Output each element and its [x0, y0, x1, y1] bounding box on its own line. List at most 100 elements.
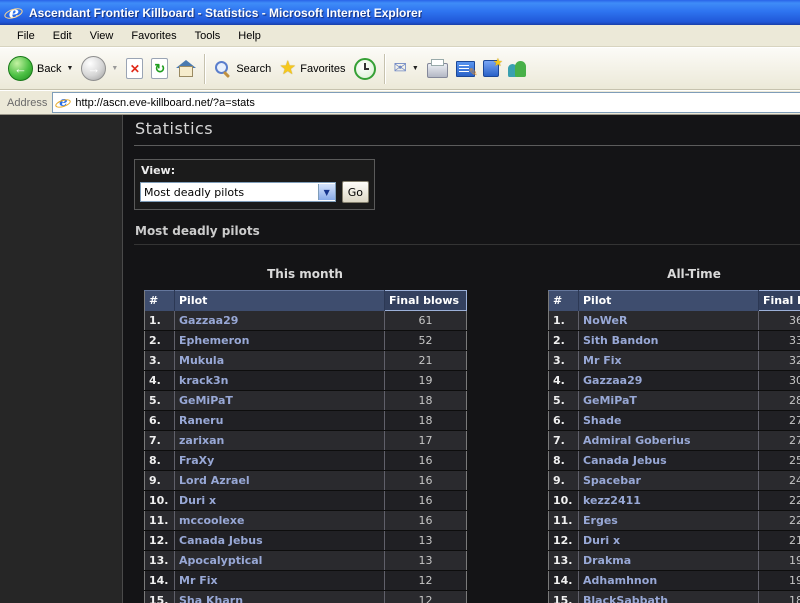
pilot-cell: Erges — [579, 511, 759, 531]
pilot-link[interactable]: krack3n — [179, 374, 228, 387]
pilot-cell: kezz2411 — [579, 491, 759, 511]
pilot-link[interactable]: Canada Jebus — [583, 454, 667, 467]
final-blows-cell: 18 — [385, 391, 467, 411]
rank-cell: 2. — [549, 331, 579, 351]
rank-cell: 11. — [145, 511, 175, 531]
mail-button[interactable]: ✉ ▼ — [390, 58, 423, 80]
pilot-link[interactable]: NoWeR — [583, 314, 627, 327]
pilot-cell: Ephemeron — [175, 331, 385, 351]
search-button[interactable]: Search — [210, 57, 275, 81]
history-button[interactable] — [350, 55, 380, 83]
final-blows-cell: 17 — [385, 431, 467, 451]
home-button[interactable] — [172, 56, 200, 81]
final-blows-cell: 189 — [759, 591, 800, 603]
menu-view[interactable]: View — [81, 27, 123, 45]
pilot-cell: FraXy — [175, 451, 385, 471]
pilot-link[interactable]: Ephemeron — [179, 334, 249, 347]
table-row: 9.Lord Azrael16 — [145, 471, 467, 491]
menu-tools[interactable]: Tools — [186, 27, 230, 45]
discuss-button[interactable] — [479, 57, 503, 80]
refresh-button[interactable]: ↻ — [147, 55, 172, 82]
messenger-button[interactable] — [503, 57, 531, 81]
go-button[interactable]: Go — [342, 181, 369, 203]
pilot-link[interactable]: Gazzaa29 — [179, 314, 238, 327]
final-blows-cell: 191 — [759, 571, 800, 591]
view-label: View: — [135, 160, 374, 179]
pilot-link[interactable]: Drakma — [583, 554, 631, 567]
pilot-link[interactable]: FraXy — [179, 454, 214, 467]
pilot-link[interactable]: Duri x — [179, 494, 216, 507]
favorites-button[interactable]: ★ Favorites — [275, 57, 349, 81]
favorites-label: Favorites — [300, 63, 345, 75]
back-dropdown-caret[interactable]: ▼ — [66, 65, 73, 72]
pilot-link[interactable]: Apocalyptical — [179, 554, 262, 567]
table-row: 1.NoWeR367 — [549, 311, 800, 331]
this-month-table: #PilotFinal blows1.Gazzaa29612.Ephemeron… — [144, 290, 467, 603]
pilot-link[interactable]: zarixan — [179, 434, 224, 447]
pilot-cell: Sha Kharn — [175, 591, 385, 603]
print-icon — [427, 63, 448, 78]
forward-button[interactable]: → ▼ — [77, 53, 122, 84]
home-icon — [176, 59, 196, 78]
pilot-cell: NoWeR — [579, 311, 759, 331]
table-row: 12.Duri x219 — [549, 531, 800, 551]
pilot-cell: Mukula — [175, 351, 385, 371]
pilot-link[interactable]: Spacebar — [583, 474, 641, 487]
all-time-title: All-Time — [548, 267, 800, 281]
column-header--: # — [145, 291, 175, 311]
rank-cell: 6. — [549, 411, 579, 431]
table-row: 10.kezz2411223 — [549, 491, 800, 511]
pilot-link[interactable]: GeMiPaT — [179, 394, 233, 407]
rank-cell: 1. — [145, 311, 175, 331]
forward-dropdown-caret[interactable]: ▼ — [111, 65, 118, 72]
view-select[interactable]: Most deadly pilots ▼ — [140, 182, 336, 202]
final-blows-cell: 16 — [385, 511, 467, 531]
pilot-link[interactable]: mccoolexe — [179, 514, 244, 527]
print-button[interactable] — [423, 56, 452, 81]
rank-cell: 14. — [145, 571, 175, 591]
edit-button[interactable] — [452, 58, 479, 80]
final-blows-cell: 19 — [385, 371, 467, 391]
back-button[interactable]: ← Back ▼ — [4, 53, 77, 84]
pilot-link[interactable]: Admiral Goberius — [583, 434, 691, 447]
pilot-link[interactable]: Adhamhnon — [583, 574, 657, 587]
menu-favorites[interactable]: Favorites — [122, 27, 185, 45]
pilot-cell: Canada Jebus — [579, 451, 759, 471]
pilot-link[interactable]: Sha Kharn — [179, 594, 243, 603]
pilot-link[interactable]: Erges — [583, 514, 618, 527]
chevron-down-icon[interactable]: ▼ — [318, 184, 335, 200]
column-header-final-blows: Final blows — [385, 291, 467, 311]
search-icon — [214, 60, 232, 78]
menu-edit[interactable]: Edit — [44, 27, 81, 45]
menu-help[interactable]: Help — [229, 27, 270, 45]
pilot-link[interactable]: GeMiPaT — [583, 394, 637, 407]
pilot-cell: Apocalyptical — [175, 551, 385, 571]
pilot-link[interactable]: Sith Bandon — [583, 334, 659, 347]
column-header-final-blows: Final blows — [759, 291, 800, 311]
final-blows-cell: 21 — [385, 351, 467, 371]
rank-cell: 5. — [549, 391, 579, 411]
pilot-cell: Drakma — [579, 551, 759, 571]
stop-button[interactable]: ✕ — [122, 55, 147, 82]
pilot-link[interactable]: Raneru — [179, 414, 223, 427]
mail-dropdown-caret[interactable]: ▼ — [412, 65, 419, 72]
final-blows-cell: 193 — [759, 551, 800, 571]
discuss-icon — [483, 60, 499, 77]
pilot-link[interactable]: Duri x — [583, 534, 620, 547]
pilot-link[interactable]: Canada Jebus — [179, 534, 263, 547]
pilot-link[interactable]: Mr Fix — [179, 574, 218, 587]
pilot-link[interactable]: Gazzaa29 — [583, 374, 642, 387]
pilot-link[interactable]: BlackSabbath — [583, 594, 668, 603]
pilot-link[interactable]: kezz2411 — [583, 494, 641, 507]
final-blows-cell: 13 — [385, 551, 467, 571]
pilot-link[interactable]: Mukula — [179, 354, 224, 367]
menu-file[interactable]: File — [8, 27, 44, 45]
pilot-link[interactable]: Mr Fix — [583, 354, 622, 367]
pilot-link[interactable]: Shade — [583, 414, 622, 427]
pilot-cell: Raneru — [175, 411, 385, 431]
stop-icon: ✕ — [126, 58, 143, 79]
pilot-link[interactable]: Lord Azrael — [179, 474, 250, 487]
left-side-panel — [0, 115, 123, 603]
address-input[interactable]: e http://ascn.eve-killboard.net/?a=stats — [52, 92, 800, 113]
tables-row: This month #PilotFinal blows1.Gazzaa2961… — [134, 267, 800, 603]
